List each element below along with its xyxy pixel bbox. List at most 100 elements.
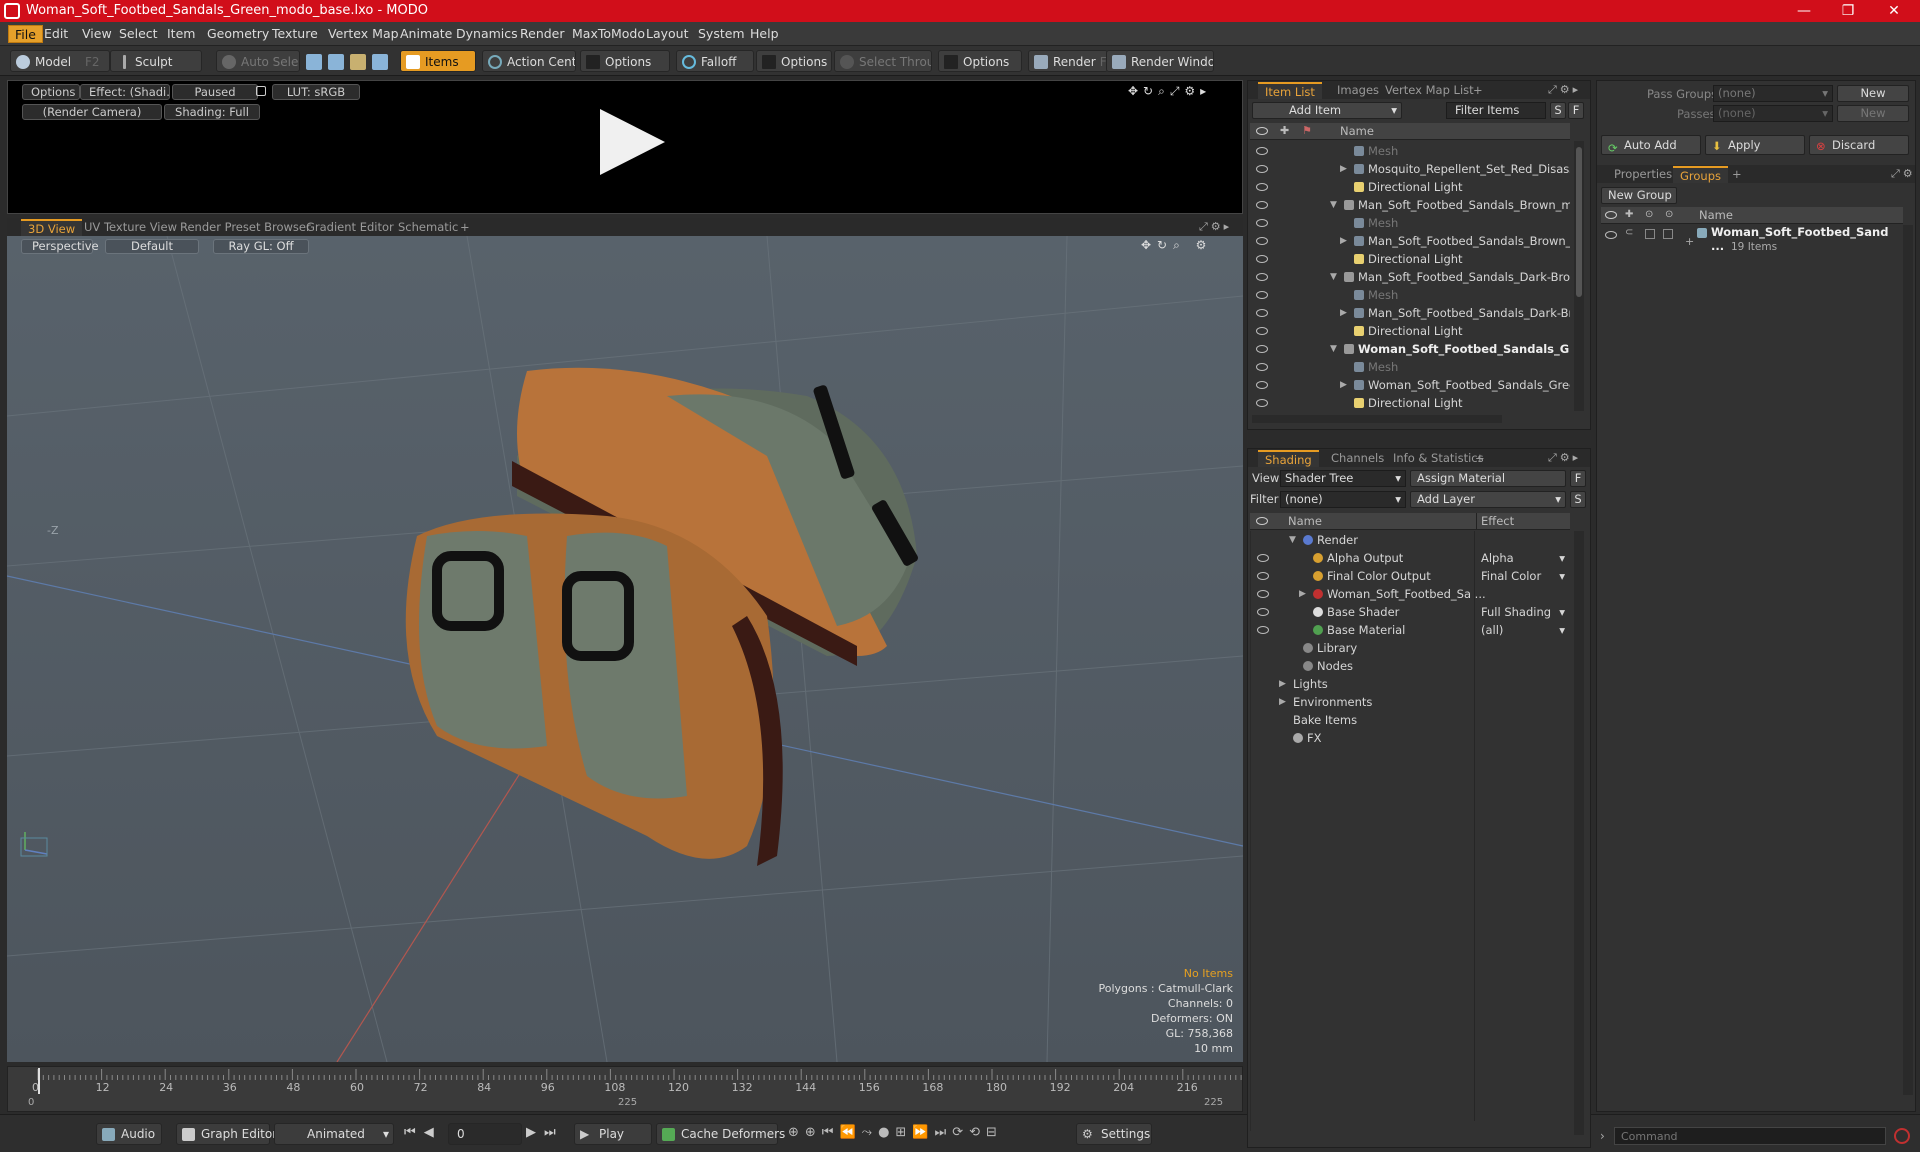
tab-add[interactable]: +: [1468, 450, 1492, 467]
eye-icon[interactable]: [1256, 201, 1268, 209]
item-list-row[interactable]: Directional Light: [1250, 394, 1570, 412]
item-list-row[interactable]: ▶ Man_Soft_Footbed_Sandals_Dark-Bro...: [1250, 304, 1570, 322]
eye-icon[interactable]: [1257, 554, 1269, 562]
add-layer-dropdown[interactable]: Add Layer ▾: [1410, 491, 1566, 508]
chevron-right-icon[interactable]: ▶: [1279, 675, 1286, 693]
viewport-tab-icons[interactable]: ⤢⚙▸: [1199, 220, 1232, 234]
timeline-playhead[interactable]: [38, 1068, 40, 1094]
filter-dropdown[interactable]: (none) ▾: [1280, 491, 1406, 508]
chevron-right-icon[interactable]: ▶: [1299, 585, 1306, 603]
item-list-row[interactable]: ▶ Woman_Soft_Footbed_Sandals_Gree ...: [1250, 376, 1570, 394]
eye-icon[interactable]: [1256, 237, 1268, 245]
item-list-row[interactable]: Mesh: [1250, 214, 1570, 232]
panel-icons[interactable]: ⤢⚙▸: [1548, 451, 1581, 465]
minimize-button[interactable]: —: [1782, 0, 1826, 22]
eye-icon[interactable]: [1257, 608, 1269, 616]
menu-geometry[interactable]: Geometry: [201, 25, 275, 43]
item-list-row[interactable]: Directional Light: [1250, 250, 1570, 268]
close-button[interactable]: ✕: [1872, 0, 1916, 22]
play-button[interactable]: ▶ Play: [574, 1123, 652, 1145]
tab-uv-texture-view[interactable]: UV Texture View: [77, 219, 184, 236]
new-group-button[interactable]: New Group: [1601, 187, 1677, 204]
eye-icon[interactable]: [1256, 327, 1268, 335]
group-row[interactable]: ⊂ + Woman_Soft_Footbed_Sand ... 19 Items: [1601, 225, 1903, 261]
select-toggle-icon[interactable]: [1663, 229, 1673, 239]
preview-paused-button[interactable]: Paused: [172, 84, 258, 100]
eye-icon[interactable]: [1256, 147, 1268, 155]
item-list-row[interactable]: ▶ Mosquito_Repellent_Set_Red_Disasse...: [1250, 160, 1570, 178]
preview-effect-dropdown[interactable]: Effect: (Shadi...: [80, 84, 170, 100]
shader-effect-dropdown[interactable]: Alpha ▾: [1481, 549, 1567, 567]
shader-effect-dropdown[interactable]: Final Color ▾: [1481, 567, 1567, 585]
eye-icon[interactable]: [1605, 231, 1617, 239]
tab-add[interactable]: +: [1466, 82, 1490, 99]
new-pass-group-button[interactable]: New: [1837, 85, 1909, 102]
render-button[interactable]: RenderF9: [1028, 50, 1108, 72]
shading-f-button[interactable]: F: [1570, 470, 1586, 487]
shader-row[interactable]: ▶ Lights: [1251, 675, 1571, 693]
edge-mode-icon[interactable]: [328, 54, 344, 70]
chevron-right-icon[interactable]: ▶: [1340, 304, 1347, 322]
viewport-nav-icons[interactable]: ✥↻⌕ ⚙: [1141, 238, 1212, 253]
item-list-row[interactable]: ▼ Man_Soft_Footbed_Sandals_Dark-Brow ...: [1250, 268, 1570, 286]
preview-nav-icons[interactable]: ✥↻⌕⤢⚙▸: [1128, 84, 1211, 99]
play-icon[interactable]: [600, 109, 665, 175]
chevron-down-icon[interactable]: ▼: [1330, 268, 1337, 286]
menu-item[interactable]: Item: [161, 25, 201, 43]
shader-row[interactable]: Library: [1251, 639, 1571, 657]
polygon-mode-icon[interactable]: [350, 54, 366, 70]
3d-viewport[interactable]: Perspective Default Ray GL: Off ✥↻⌕ ⚙ -Z…: [7, 236, 1243, 1062]
eye-icon[interactable]: [1257, 626, 1269, 634]
tab-item-list[interactable]: Item List: [1258, 82, 1322, 99]
tab-render-preset-browser[interactable]: Render Preset Browser: [173, 219, 318, 236]
chevron-right-icon[interactable]: ▶: [1340, 160, 1347, 178]
tab-groups[interactable]: Groups: [1673, 166, 1729, 183]
chevron-down-icon[interactable]: ▼: [1330, 196, 1337, 214]
chevron-down-icon[interactable]: ▼: [1330, 340, 1337, 358]
shading-s-button[interactable]: S: [1570, 491, 1586, 508]
menu-view[interactable]: View: [76, 25, 118, 43]
lock-icon[interactable]: [256, 86, 266, 96]
lock-toggle-icon[interactable]: [1645, 229, 1655, 239]
menu-maxtomodo[interactable]: MaxToModo: [566, 25, 651, 43]
item-list-row[interactable]: ▼ Man_Soft_Footbed_Sandals_Brown_mo ...: [1250, 196, 1570, 214]
preview-options-button[interactable]: Options: [22, 84, 80, 100]
tab-properties[interactable]: Properties: [1607, 166, 1679, 183]
item-list-row[interactable]: Mesh: [1250, 142, 1570, 160]
perspective-dropdown[interactable]: Perspective: [21, 239, 99, 254]
filter-s-button[interactable]: S: [1550, 102, 1566, 119]
shader-row[interactable]: FX: [1251, 729, 1571, 747]
eye-icon[interactable]: [1256, 381, 1268, 389]
select-through-button[interactable]: Select Through: [834, 50, 932, 72]
menu-select[interactable]: Select: [113, 25, 164, 43]
chevron-right-icon[interactable]: ▶: [1340, 232, 1347, 250]
eye-icon[interactable]: [1256, 219, 1268, 227]
eye-icon[interactable]: [1256, 399, 1268, 407]
shader-tree-scrollbar[interactable]: [1574, 531, 1584, 1135]
preview-camera-dropdown[interactable]: (Render Camera): [22, 104, 162, 120]
item-list-scrollbar[interactable]: [1574, 141, 1584, 411]
auto-select-button[interactable]: Auto Select: [216, 50, 300, 72]
shading-style-dropdown[interactable]: Default: [105, 239, 199, 254]
panel-icons[interactable]: ⤢⚙▸: [1548, 83, 1581, 97]
panel-icons[interactable]: ⤢⚙: [1891, 167, 1916, 181]
menu-edit[interactable]: Edit: [38, 25, 74, 43]
eye-icon[interactable]: [1257, 572, 1269, 580]
cache-deformers-button[interactable]: Cache Deformers: [656, 1123, 785, 1145]
tab-gradient-editor[interactable]: Gradient Editor: [299, 219, 401, 236]
preview-shading-dropdown[interactable]: Shading: Full: [164, 104, 260, 120]
menu-texture[interactable]: Texture: [266, 25, 324, 43]
vertex-mode-icon[interactable]: [306, 54, 322, 70]
shader-row[interactable]: Base Shader Full Shading ▾: [1251, 603, 1571, 621]
menu-animate[interactable]: Animate: [394, 25, 458, 43]
audio-button[interactable]: Audio: [96, 1123, 162, 1145]
menu-vertex-map[interactable]: Vertex Map: [322, 25, 405, 43]
eye-icon[interactable]: [1256, 255, 1268, 263]
item-list-row[interactable]: ▶ Man_Soft_Footbed_Sandals_Brown_ ...: [1250, 232, 1570, 250]
eye-icon[interactable]: [1256, 309, 1268, 317]
frame-input[interactable]: 0: [448, 1123, 522, 1145]
item-list-row[interactable]: ▼ Woman_Soft_Footbed_Sandals_G ...: [1250, 340, 1570, 358]
menu-system[interactable]: System: [692, 25, 751, 43]
command-input[interactable]: [1614, 1127, 1886, 1145]
sculpt-mode-button[interactable]: Sculpt: [110, 50, 202, 72]
